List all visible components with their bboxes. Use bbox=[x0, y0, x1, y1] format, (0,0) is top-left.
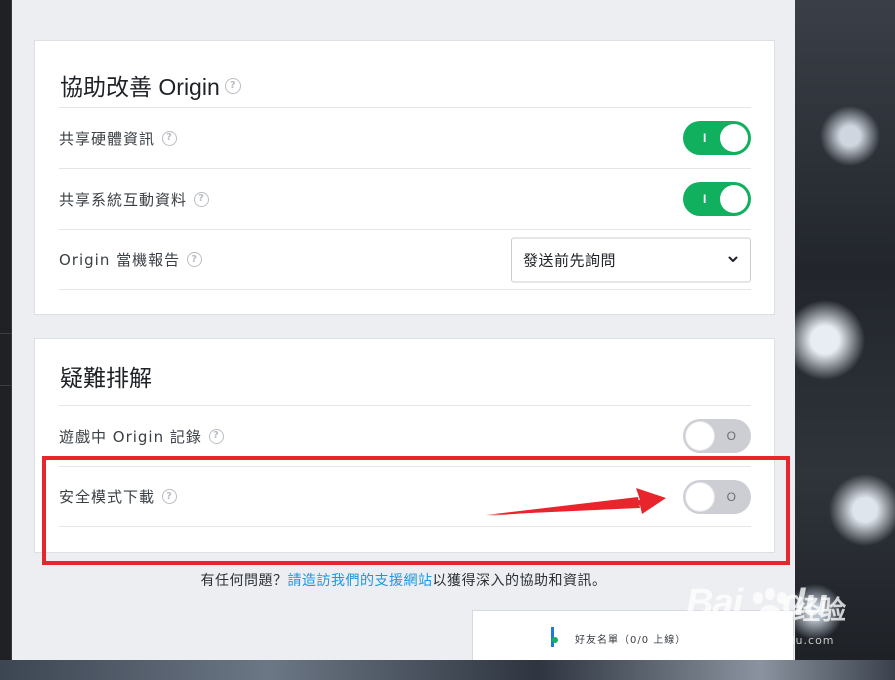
ingame-log-toggle[interactable]: O bbox=[683, 419, 751, 453]
paw-icon bbox=[753, 588, 787, 625]
troubleshoot-title: 疑難排解 bbox=[60, 365, 152, 391]
help-circle-icon[interactable]: ? bbox=[162, 130, 178, 146]
help-circle-icon[interactable]: ? bbox=[224, 78, 241, 94]
desktop-background bbox=[795, 0, 895, 680]
app-sidebar-edge bbox=[0, 0, 12, 660]
toggle-knob bbox=[720, 185, 748, 213]
crash-report-label: Origin 當機報告 ? bbox=[59, 249, 203, 270]
baidu-watermark: Bai du 经验 jingyan.baidu.com bbox=[686, 582, 886, 662]
footer-suffix: 以獲得深入的協助和資訊。 bbox=[432, 573, 607, 589]
improve-origin-card: 協助改善 Origin ? 共享硬體資訊 ? I 共享系統互動資料 ? I Or… bbox=[34, 40, 775, 315]
support-footer: 有任何問題？請造訪我們的支援網站以獲得深入的協助和資訊。 bbox=[12, 570, 795, 590]
watermark-url: jingyan.baidu.com bbox=[716, 634, 835, 647]
support-site-link[interactable]: 請造訪我們的支援網站 bbox=[288, 573, 433, 589]
ingame-log-label: 遊戲中 Origin 記錄 ? bbox=[59, 426, 224, 447]
toggle-off-mark: O bbox=[726, 429, 736, 443]
toggle-on-mark: I bbox=[703, 192, 707, 206]
section-title-text: 協助改善 Origin bbox=[60, 74, 220, 100]
help-circle-icon[interactable]: ? bbox=[187, 252, 203, 267]
share-hardware-row: 共享硬體資訊 ? I bbox=[59, 107, 751, 168]
row-label-text: 共享硬體資訊 bbox=[59, 129, 156, 148]
improve-origin-title: 協助改善 Origin ? bbox=[60, 68, 241, 102]
row-label-text: 遊戲中 Origin 記錄 bbox=[59, 427, 202, 446]
row-label-text: Origin 當機報告 bbox=[59, 251, 181, 269]
share-interaction-toggle[interactable]: I bbox=[683, 182, 751, 216]
toggle-knob bbox=[686, 422, 714, 450]
row-label-text: 共享系統互動資料 bbox=[59, 190, 188, 209]
share-interaction-row: 共享系統互動資料 ? I bbox=[59, 168, 751, 229]
share-hardware-toggle[interactable]: I bbox=[683, 121, 751, 155]
footer-prefix: 有任何問題？ bbox=[200, 573, 288, 589]
help-circle-icon[interactable]: ? bbox=[208, 428, 224, 444]
watermark-cn: 经验 bbox=[794, 596, 847, 626]
select-value: 發送前先詢問 bbox=[523, 251, 617, 269]
help-circle-icon[interactable]: ? bbox=[194, 191, 210, 207]
crash-report-row: Origin 當機報告 ? 發送前先詢問 bbox=[59, 229, 751, 290]
toggle-on-mark: I bbox=[703, 131, 707, 145]
online-status-dot bbox=[552, 637, 558, 643]
share-hardware-label: 共享硬體資訊 ? bbox=[59, 128, 178, 149]
friends-list-label: 好友名單（0/0 上線） bbox=[575, 635, 687, 646]
watermark-brand-a: Bai bbox=[686, 582, 743, 624]
sidebar-divider bbox=[0, 385, 12, 386]
share-interaction-label: 共享系統互動資料 ? bbox=[59, 189, 210, 210]
toggle-knob bbox=[720, 124, 748, 152]
highlight-box bbox=[42, 456, 790, 565]
desktop-bottom-strip bbox=[0, 660, 895, 680]
crash-report-select[interactable]: 發送前先詢問 bbox=[511, 237, 751, 282]
sidebar-divider bbox=[0, 333, 12, 334]
chevron-down-icon bbox=[728, 256, 738, 262]
